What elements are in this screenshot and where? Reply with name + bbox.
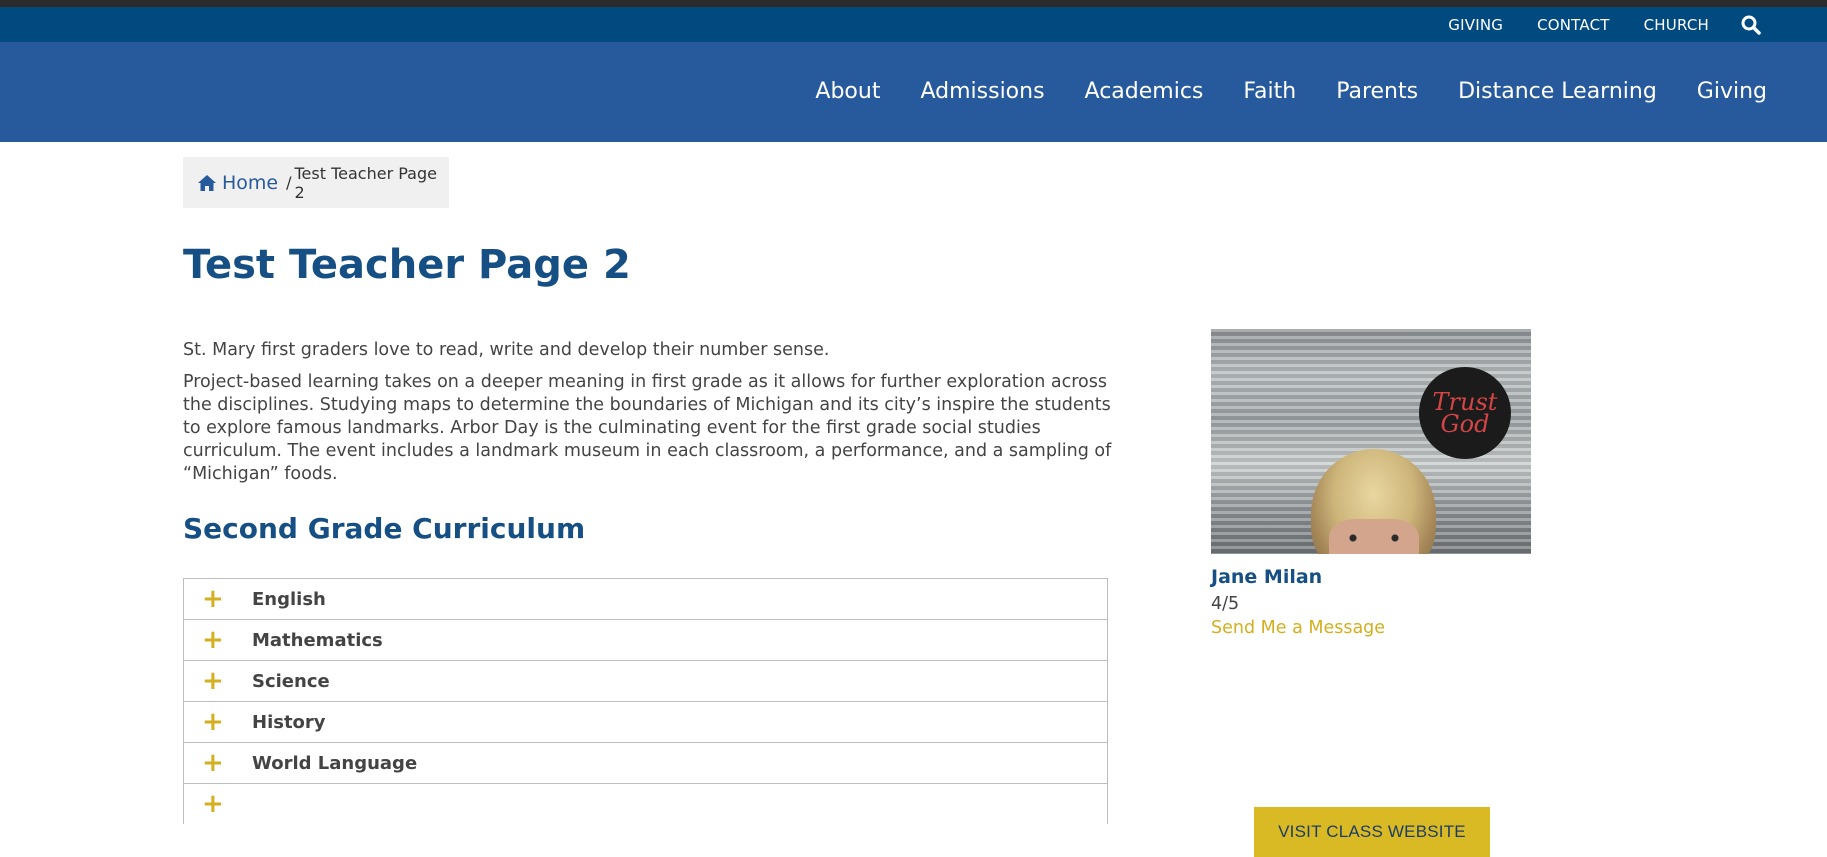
- nav-item-giving[interactable]: Giving: [1697, 79, 1767, 104]
- accordion-label: History: [252, 711, 326, 733]
- teacher-card: Trust God Jane Milan 4/5 Send Me a Messa…: [1211, 329, 1531, 857]
- nav-item-about[interactable]: About: [815, 79, 880, 104]
- browser-strip: [0, 0, 1827, 7]
- accordion-label: Science: [252, 670, 330, 692]
- balloon: Trust God: [1419, 367, 1511, 459]
- visit-class-website-button[interactable]: VISIT CLASS WEBSITE: [1254, 807, 1490, 857]
- utility-link-contact[interactable]: CONTACT: [1537, 16, 1610, 34]
- page-title: Test Teacher Page 2: [183, 242, 631, 288]
- utility-link-church[interactable]: CHURCH: [1644, 16, 1709, 34]
- breadcrumb-current: Test Teacher Page 2: [294, 163, 437, 202]
- accordion-item-partial[interactable]: +: [183, 783, 1108, 824]
- accordion-label: World Language: [252, 752, 418, 774]
- teacher-grade: 4/5: [1211, 594, 1240, 614]
- search-icon[interactable]: [1741, 14, 1763, 36]
- curriculum-heading: Second Grade Curriculum: [183, 512, 586, 545]
- main-nav: About Admissions Academics Faith Parents…: [0, 42, 1827, 142]
- curriculum-accordion: + English + Mathematics + Science + Hist…: [183, 578, 1108, 824]
- plus-icon: +: [202, 748, 224, 778]
- accordion-item-english[interactable]: + English: [183, 578, 1108, 619]
- intro-paragraph-2: Project-based learning takes on a deeper…: [183, 372, 1112, 484]
- plus-icon: +: [202, 584, 224, 614]
- plus-icon: +: [202, 707, 224, 737]
- intro-paragraph-1: St. Mary first graders love to read, wri…: [183, 340, 830, 360]
- nav-item-distance-learning[interactable]: Distance Learning: [1458, 79, 1657, 104]
- breadcrumb-home-link[interactable]: Home: [222, 172, 278, 194]
- teacher-photo: Trust God: [1211, 329, 1531, 554]
- accordion-item-science[interactable]: + Science: [183, 660, 1108, 701]
- accordion-item-history[interactable]: + History: [183, 701, 1108, 742]
- breadcrumb: Home / Test Teacher Page 2: [183, 157, 449, 208]
- send-message-link[interactable]: Send Me a Message: [1211, 618, 1385, 638]
- nav-item-admissions[interactable]: Admissions: [920, 79, 1044, 104]
- teacher-eyes: [1343, 534, 1405, 542]
- balloon-text: Trust God: [1432, 388, 1498, 438]
- teacher-name: Jane Milan: [1211, 566, 1323, 588]
- utility-bar: GIVING CONTACT CHURCH: [0, 7, 1827, 42]
- nav-item-parents[interactable]: Parents: [1336, 79, 1418, 104]
- accordion-label: Mathematics: [252, 629, 383, 651]
- accordion-label: English: [252, 588, 326, 610]
- accordion-item-mathematics[interactable]: + Mathematics: [183, 619, 1108, 660]
- plus-icon: +: [202, 625, 224, 655]
- breadcrumb-separator: /: [286, 173, 292, 192]
- intro-text: St. Mary first graders love to read, wri…: [183, 339, 1113, 495]
- accordion-item-world-language[interactable]: + World Language: [183, 742, 1108, 783]
- utility-link-giving[interactable]: GIVING: [1448, 16, 1503, 34]
- nav-item-academics[interactable]: Academics: [1085, 79, 1204, 104]
- nav-item-faith[interactable]: Faith: [1243, 79, 1296, 104]
- home-icon[interactable]: [197, 174, 217, 192]
- plus-icon: +: [202, 789, 224, 819]
- plus-icon: +: [202, 666, 224, 696]
